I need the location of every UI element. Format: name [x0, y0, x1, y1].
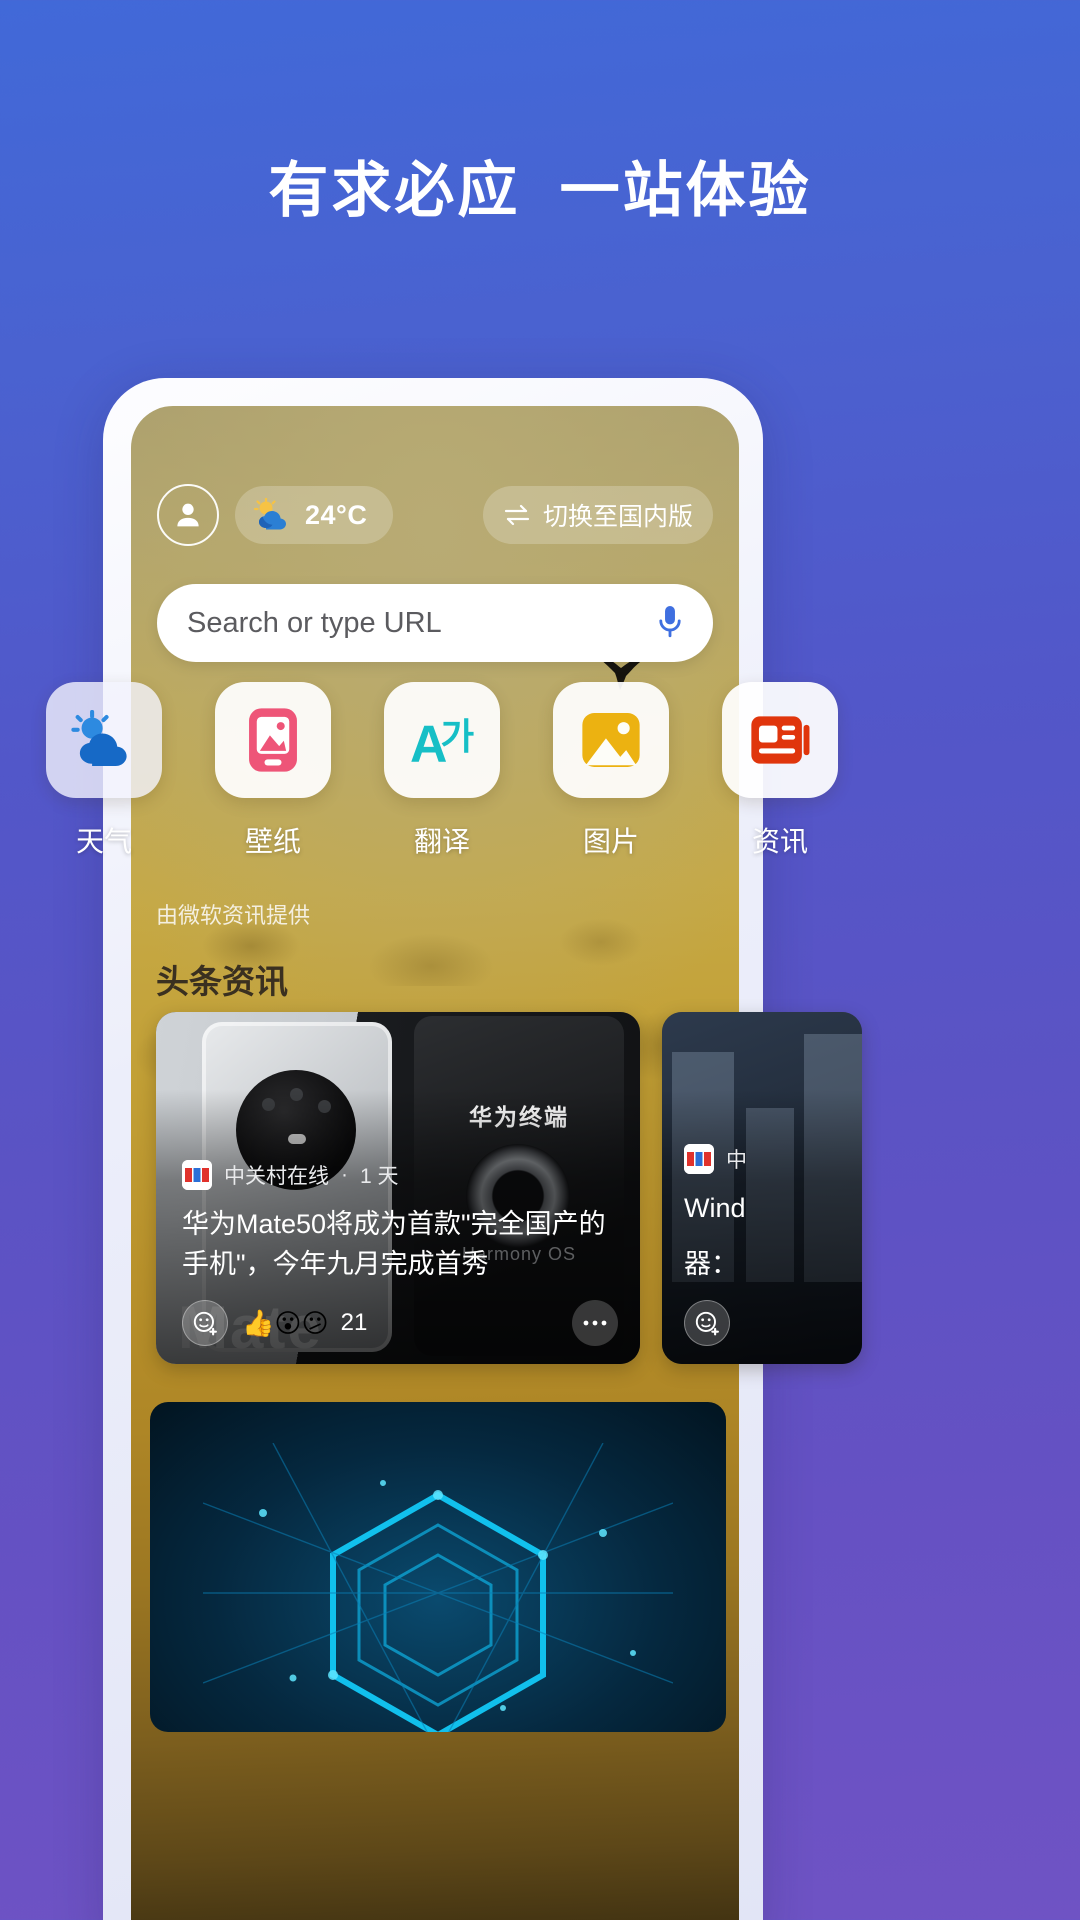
news-card-actions [684, 1300, 862, 1346]
shortcut-tile[interactable] [46, 682, 162, 798]
news-card-title-line2[interactable]: 器： [684, 1244, 862, 1284]
page-title: 有求必应 一站体验 [268, 157, 812, 224]
shortcut-images[interactable]: 图片 [553, 682, 669, 860]
shortcut-tile[interactable] [215, 682, 331, 798]
news-card-more-button[interactable] [572, 1300, 618, 1346]
publish-time: 1 天 [360, 1165, 399, 1188]
switch-region-button[interactable]: 切换至国内版 [482, 486, 713, 544]
shortcut-translate[interactable]: A 가 翻译 [384, 682, 500, 860]
shortcut-weather[interactable]: 天气 [46, 682, 162, 860]
news-card-title-line1[interactable]: Wind [684, 1188, 862, 1228]
translate-a-icon: A 가 [410, 714, 474, 772]
shortcut-wallpaper[interactable]: 壁纸 [215, 682, 331, 860]
shortcut-row: 天气 壁纸 A 가 翻译 图片 资讯 [46, 682, 1036, 882]
swap-arrows-icon [504, 504, 530, 526]
microphone-icon[interactable] [653, 603, 687, 643]
reaction-summary[interactable]: 👍😮😕 21 [242, 1308, 367, 1339]
news-section-title: 头条资讯 [156, 963, 288, 1000]
publisher-name: 中关村在线 [224, 1165, 329, 1188]
smiley-plus-icon [193, 1311, 217, 1336]
shortcut-tile[interactable] [722, 682, 838, 798]
publisher-name: 中 [726, 1149, 747, 1172]
shortcut-tile[interactable] [553, 682, 669, 798]
shortcut-tile[interactable]: A 가 [384, 682, 500, 798]
news-card-actions: 👍😮😕 21 [182, 1300, 618, 1346]
news-card[interactable]: 华为终端 Harmony OS Mate 中关村在线 · 1 天 [156, 1012, 640, 1364]
wallpaper-phone-icon [249, 708, 297, 772]
svg-text:가: 가 [440, 715, 474, 758]
shortcut-label: 图片 [582, 826, 639, 857]
add-reaction-button[interactable] [684, 1300, 730, 1346]
search-input-placeholder[interactable]: Search or type URL [187, 607, 653, 640]
switch-region-label: 切换至国内版 [542, 503, 693, 531]
partly-cloudy-icon [253, 498, 286, 530]
tech-hexagon-graphic [203, 1443, 673, 1732]
shortcut-label: 翻译 [413, 826, 470, 857]
news-card[interactable]: 中 Wind 器： [662, 1012, 862, 1364]
browser-top-bar: 24°C 切换至国内版 [157, 484, 713, 546]
news-carousel[interactable]: 华为终端 Harmony OS Mate 中关村在线 · 1 天 [156, 1012, 862, 1372]
weather-pill[interactable]: 24°C [235, 486, 394, 544]
reaction-emojis: 👍😮😕 [242, 1307, 329, 1338]
publisher-separator: · [341, 1163, 348, 1186]
weather-temperature: 24°C [305, 499, 368, 530]
shortcut-label: 资讯 [751, 826, 808, 857]
photo-image-icon [582, 713, 640, 767]
news-card-icon [751, 716, 810, 764]
news-publisher-row: 中 [684, 1144, 862, 1174]
shortcut-label: 天气 [75, 826, 132, 857]
profile-avatar-button[interactable] [157, 484, 219, 546]
shortcut-label: 壁纸 [244, 826, 301, 857]
news-card-body: 中 Wind 器： [684, 1144, 862, 1346]
publisher-logo-icon [182, 1160, 212, 1190]
reaction-count: 21 [340, 1309, 368, 1336]
person-icon [177, 503, 199, 527]
search-bar[interactable]: Search or type URL [157, 584, 713, 662]
news-attribution: 由微软资讯提供 [156, 903, 311, 928]
shortcut-news[interactable]: 资讯 [722, 682, 838, 860]
news-card-title[interactable]: 华为Mate50将成为首款"完全国产的手机"，今年九月完成首秀 [182, 1204, 618, 1284]
smiley-plus-icon [695, 1311, 719, 1336]
add-reaction-button[interactable] [182, 1300, 228, 1346]
news-card-body: 中关村在线 · 1 天 华为Mate50将成为首款"完全国产的手机"，今年九月完… [182, 1160, 618, 1346]
weather-sun-cloud-icon [71, 710, 127, 767]
publisher-logo-icon [684, 1144, 714, 1174]
news-card-tech-image[interactable] [150, 1402, 726, 1732]
news-publisher-row: 中关村在线 · 1 天 [182, 1160, 618, 1190]
more-dots-icon [583, 1320, 607, 1326]
